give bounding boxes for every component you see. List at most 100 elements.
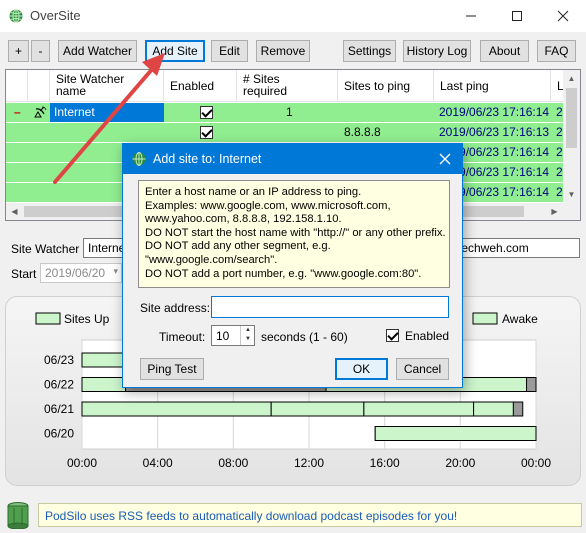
ok-button[interactable]: OK: [335, 358, 388, 380]
sites-up-bar: [81, 401, 272, 417]
header-label: name: [56, 84, 87, 98]
header-enabled[interactable]: Enabled: [164, 70, 237, 102]
collapse-all-button[interactable]: -: [31, 40, 50, 62]
x-tick-label: 04:00: [143, 456, 173, 470]
scroll-left-arrow-icon[interactable]: ◀: [6, 203, 23, 220]
table-row[interactable]: 8.8.8.8 2019/06/23 17:16:13 20: [6, 123, 580, 142]
stepper-down-icon[interactable]: ▼: [241, 335, 255, 344]
timeout-stepper[interactable]: 10 ▲ ▼: [211, 325, 255, 346]
header-label: required: [243, 84, 288, 98]
header-label: Sites to ping: [344, 79, 411, 93]
sites-up-bar: [270, 401, 365, 417]
add-watcher-button[interactable]: Add Watcher: [58, 40, 137, 62]
start-date-picker[interactable]: 2019/06/20 ▾: [40, 263, 122, 283]
dialog-title-bar: Add site to: Internet: [123, 144, 462, 174]
header-last-ping[interactable]: Last ping: [434, 70, 551, 102]
scroll-right-arrow-icon[interactable]: ▶: [546, 203, 563, 220]
header-label: Last ping: [440, 79, 489, 93]
close-icon: [557, 10, 569, 22]
cancel-button[interactable]: Cancel: [396, 358, 449, 380]
site-watcher-label: Site Watcher: [11, 242, 80, 256]
legend-swatch-awake: [472, 312, 498, 325]
header-sites-required[interactable]: # Sites required: [237, 70, 338, 102]
enabled-checkbox[interactable]: [200, 106, 213, 119]
sites-up-bar: [81, 352, 127, 368]
window-title: OverSite: [30, 8, 81, 23]
site-list-field[interactable]: techweh.com: [450, 238, 580, 258]
close-icon: [439, 153, 450, 165]
sites-up-bar: [363, 401, 475, 417]
stepper-buttons[interactable]: ▲ ▼: [240, 326, 254, 345]
help-line: "www.google.com/search".: [145, 253, 278, 266]
expander-toggle[interactable]: –: [14, 103, 21, 122]
enabled-checkbox[interactable]: [386, 329, 399, 342]
enabled-checkbox[interactable]: [200, 126, 213, 139]
legend-swatch-sites-up: [35, 312, 61, 325]
scroll-down-arrow-icon[interactable]: ▼: [563, 186, 580, 203]
y-tick-label: 06/23: [44, 353, 74, 367]
remove-button[interactable]: Remove: [256, 40, 310, 62]
ping-test-button[interactable]: Ping Test: [140, 358, 204, 380]
status-message-link[interactable]: PodSilo uses RSS feeds to automatically …: [38, 503, 582, 527]
legend-label: Sites Up: [64, 312, 110, 326]
close-button[interactable]: [540, 0, 586, 32]
globe-icon: [132, 152, 146, 166]
maximize-button[interactable]: [494, 0, 540, 32]
help-text-box: Enter a host name or an IP address to pi…: [138, 180, 450, 288]
site-address-label: Site address:: [140, 301, 211, 315]
x-tick-label: 00:00: [521, 456, 551, 470]
help-line: Examples: www.google.com, www.microsoft.…: [145, 199, 391, 212]
start-label: Start: [11, 267, 37, 281]
expand-all-button[interactable]: +: [8, 40, 29, 62]
help-line: DO NOT start the host name with "http://…: [145, 226, 446, 239]
scroll-up-arrow-icon[interactable]: ▲: [563, 70, 580, 87]
enabled-label: Enabled: [405, 329, 450, 343]
site-address-input[interactable]: [211, 296, 449, 318]
header-expander: [6, 70, 28, 102]
podsilo-logo-icon: [7, 502, 29, 529]
legend-label: Awake: [502, 312, 538, 326]
watcher-name-cell[interactable]: Internet: [50, 103, 164, 122]
sites-up-bar: [473, 401, 514, 417]
about-button[interactable]: About: [480, 40, 529, 62]
table-row[interactable]: – Internet 1 2019/06/23 17:16:14 20: [6, 103, 580, 122]
timeout-label: Timeout:: [159, 330, 206, 344]
help-line: Enter a host name or an IP address to pi…: [145, 186, 362, 198]
start-date-value: 2019/06/20: [45, 266, 106, 280]
scroll-thumb[interactable]: [566, 88, 577, 148]
vertical-scrollbar[interactable]: ▲ ▼: [563, 70, 580, 203]
faq-button[interactable]: FAQ: [537, 40, 576, 62]
maximize-icon: [512, 11, 522, 21]
header-sites-to-ping[interactable]: Sites to ping: [338, 70, 434, 102]
history-log-button[interactable]: History Log: [403, 40, 471, 62]
header-icon: [28, 70, 50, 102]
list-header: Site Watcher name Enabled # Sites requir…: [6, 70, 580, 102]
x-tick-label: 00:00: [67, 456, 97, 470]
sites-up-bar: [374, 426, 537, 441]
minimize-button[interactable]: [448, 0, 494, 32]
timeout-value: 10: [216, 329, 230, 343]
header-label: Enabled: [170, 79, 215, 93]
minimize-icon: [466, 15, 476, 17]
header-site-watcher-name[interactable]: Site Watcher name: [50, 70, 164, 102]
x-tick-label: 16:00: [370, 456, 400, 470]
site-cell: 8.8.8.8: [344, 125, 381, 139]
y-tick-label: 06/20: [44, 427, 74, 441]
stepper-up-icon[interactable]: ▲: [241, 326, 255, 335]
add-site-dialog: Add site to: Internet Enter a host name …: [122, 143, 463, 388]
globe-icon: [9, 9, 23, 23]
edit-button[interactable]: Edit: [211, 40, 248, 62]
add-site-button[interactable]: Add Site: [145, 40, 205, 62]
title-bar: OverSite: [0, 0, 586, 32]
dialog-title: Add site to: Internet: [153, 152, 262, 166]
last-ping-cell: 2019/06/23 17:16:14: [439, 105, 550, 119]
help-line: www.yahoo.com, 8.8.8.8, 192.158.1.10.: [145, 213, 342, 226]
help-line: DO NOT add any other segment, e.g.: [145, 240, 331, 253]
chevron-down-icon: ▾: [113, 266, 118, 276]
timeout-units-label: seconds (1 - 60): [261, 330, 348, 344]
x-tick-label: 20:00: [445, 456, 475, 470]
settings-button[interactable]: Settings: [343, 40, 396, 62]
sites-required-cell: 1: [286, 105, 293, 119]
y-tick-label: 06/21: [44, 402, 74, 416]
dialog-close-button[interactable]: [427, 144, 462, 174]
